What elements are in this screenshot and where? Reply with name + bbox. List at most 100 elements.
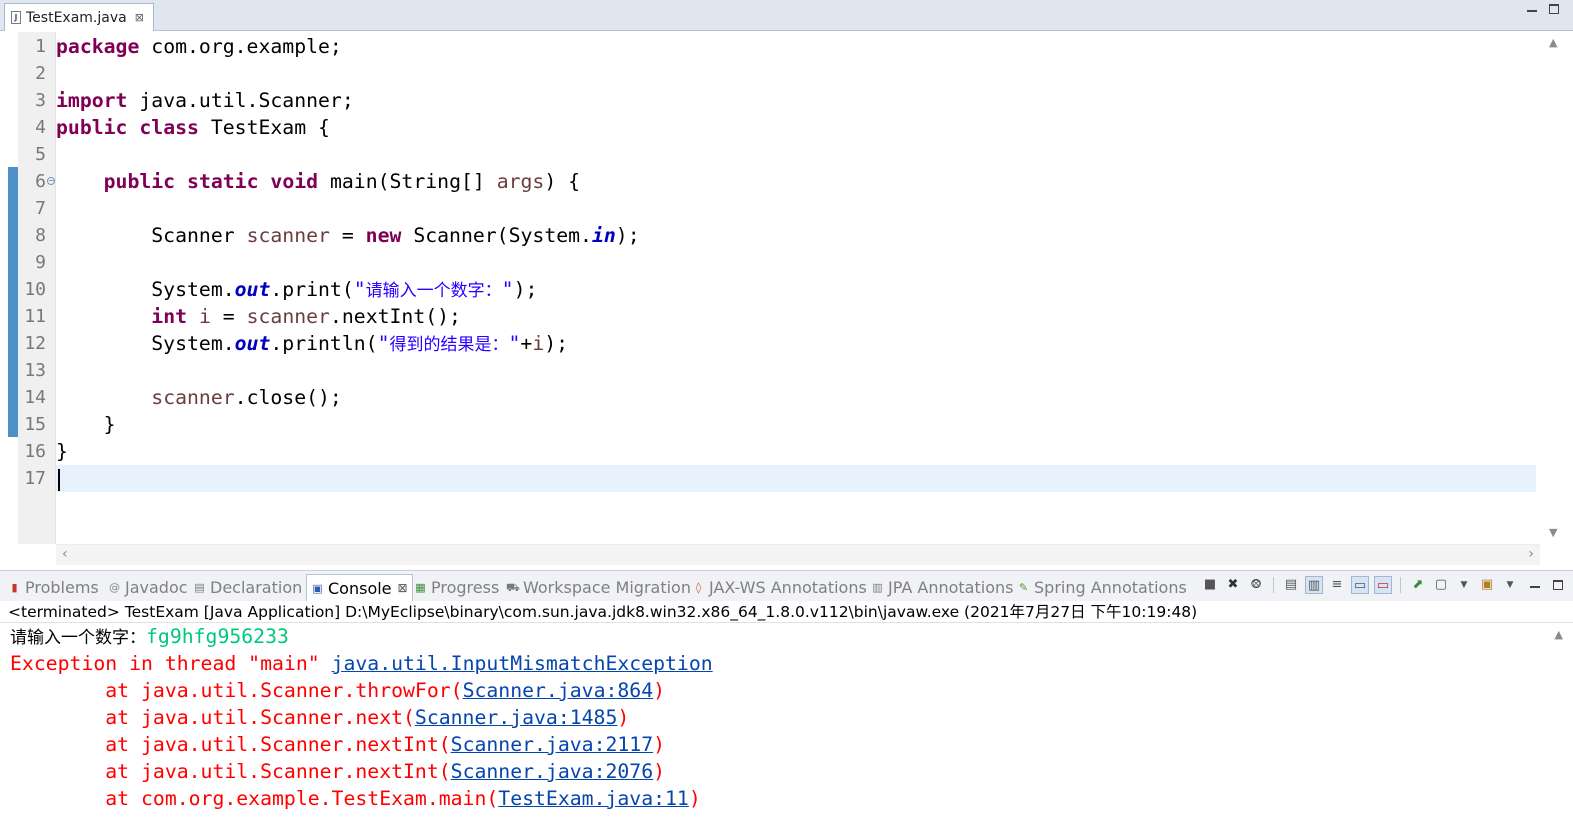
toolbar-separator xyxy=(1400,577,1401,593)
code-line[interactable]: package com.org.example; xyxy=(56,33,1536,60)
tab-problems[interactable]: ▮ Problems xyxy=(8,575,99,600)
word-wrap-icon[interactable]: ≡ xyxy=(1328,576,1346,594)
code-token: " xyxy=(353,278,366,301)
code-line[interactable] xyxy=(56,141,1536,168)
code-line[interactable]: } xyxy=(56,438,1536,465)
stack-frame-text: at com.org.example.TestExam.main( xyxy=(10,787,499,810)
stack-frame-text: at java.util.Scanner.throwFor( xyxy=(10,679,463,702)
source-location-link[interactable]: Scanner.java:864 xyxy=(463,679,654,702)
source-location-link[interactable]: Scanner.java:2117 xyxy=(451,733,653,756)
chevron-down-icon[interactable]: ▼ xyxy=(1501,576,1519,594)
pin-console-icon[interactable]: ⬈ xyxy=(1409,576,1427,594)
source-location-link[interactable]: Scanner.java:2076 xyxy=(451,760,653,783)
tab-workspace-migration[interactable]: ⛟ Workspace Migration xyxy=(506,575,691,600)
code-line[interactable] xyxy=(56,60,1536,87)
minimize-icon[interactable] xyxy=(1530,580,1540,590)
remove-launch-icon[interactable]: ✖ xyxy=(1224,576,1242,594)
stack-frame-end: ) xyxy=(688,787,701,810)
code-line[interactable]: int i = scanner.nextInt(); xyxy=(56,303,1536,330)
remove-all-terminated-icon[interactable]: ⨷ xyxy=(1247,576,1265,594)
tab-javadoc[interactable]: @ Javadoc xyxy=(108,575,188,600)
editor-tab-title: TestExam.java xyxy=(26,9,127,26)
code-token: public xyxy=(56,116,128,139)
fold-collapse-icon[interactable]: − xyxy=(47,177,55,185)
clear-console-icon[interactable]: ▤ xyxy=(1282,576,1300,594)
code-line[interactable] xyxy=(56,357,1536,384)
code-line[interactable]: System.out.println("得到的结果是："+i); xyxy=(56,330,1536,357)
code-token: .println( xyxy=(270,332,378,355)
editor-tab-testexam[interactable]: J TestExam.java ⊠ xyxy=(4,3,154,31)
code-line[interactable] xyxy=(56,249,1536,276)
code-editor[interactable]: 1 2 3 4 5 6 7 8 9 10 11 12 13 14 15 16 17− package com.o… xyxy=(6,32,1568,565)
tab-jpa-annotations[interactable]: ▥ JPA Annotations xyxy=(871,575,1013,600)
tab-progress[interactable]: ▦ Progress xyxy=(414,575,499,600)
stack-trace-line: at java.util.Scanner.nextInt(Scanner.jav… xyxy=(10,731,665,758)
source-location-link[interactable]: Scanner.java:1485 xyxy=(415,706,617,729)
code-token: System. xyxy=(56,278,235,301)
scroll-up-icon[interactable]: ▲ xyxy=(1549,36,1557,49)
show-on-stdout-icon[interactable]: ▭ xyxy=(1351,576,1369,594)
code-token: import xyxy=(56,89,128,112)
tab-label: Problems xyxy=(25,578,99,597)
line-number-gutter: 1 2 3 4 5 6 7 8 9 10 11 12 13 14 15 16 17− xyxy=(18,32,56,544)
tab-console[interactable]: ▣ Console ⊠ xyxy=(306,574,413,602)
code-token: .nextInt(); xyxy=(329,305,461,328)
source-location-link[interactable]: TestExam.java:11 xyxy=(498,787,689,810)
code-line[interactable]: System.out.print("请输入一个数字："); xyxy=(56,276,1536,303)
line-number: 3 xyxy=(35,90,46,111)
minimize-icon[interactable] xyxy=(1527,4,1537,14)
console-output[interactable]: ▲ 请输入一个数字：fg9hfg956233 Exception in thre… xyxy=(0,623,1573,833)
code-area[interactable]: package com.org.example; import java.util… xyxy=(56,32,1536,544)
code-line[interactable]: public static void main(String[] args) { xyxy=(56,168,1536,195)
stack-frame-end: ) xyxy=(653,733,666,756)
code-line[interactable] xyxy=(56,195,1536,222)
tab-spring-annotations[interactable]: ✎ Spring Annotations xyxy=(1017,575,1187,600)
tab-declaration[interactable]: ▤ Declaration xyxy=(193,575,302,600)
open-console-icon[interactable]: ▣ xyxy=(1478,576,1496,594)
code-line[interactable] xyxy=(56,465,1536,492)
tab-label: Spring Annotations xyxy=(1034,578,1187,597)
line-number: 7 xyxy=(35,198,46,219)
code-token: out xyxy=(234,332,271,355)
code-line[interactable]: scanner.close(); xyxy=(56,384,1536,411)
show-on-stderr-icon[interactable]: ▭ xyxy=(1374,576,1392,594)
stack-frame-text: at java.util.Scanner.next( xyxy=(10,706,415,729)
code-token: static xyxy=(187,170,259,193)
scroll-right-icon[interactable]: › xyxy=(1528,546,1534,562)
line-number: 12 xyxy=(24,333,46,354)
code-token: = xyxy=(210,305,247,328)
code-line[interactable]: import java.util.Scanner; xyxy=(56,87,1536,114)
code-token: ); xyxy=(615,224,640,247)
horizontal-scrollbar[interactable]: ‹ › xyxy=(56,544,1540,565)
scroll-up-icon[interactable]: ▲ xyxy=(1555,628,1563,641)
chevron-down-icon[interactable]: ▼ xyxy=(1455,576,1473,594)
overview-ruler xyxy=(6,32,18,544)
close-icon[interactable]: ⊠ xyxy=(398,576,408,601)
scroll-down-icon[interactable]: ▼ xyxy=(1549,526,1557,539)
code-token: " xyxy=(501,278,514,301)
maximize-icon[interactable] xyxy=(1553,580,1563,590)
line-number: 8 xyxy=(35,225,46,246)
display-console-icon[interactable]: ▢ xyxy=(1432,576,1450,594)
line-number: 5 xyxy=(35,144,46,165)
tab-jax-ws-annotations[interactable]: ◊ JAX-WS Annotations xyxy=(692,575,867,600)
code-line[interactable]: public class TestExam { xyxy=(56,114,1536,141)
console-process-label: <terminated> TestExam [Java Application]… xyxy=(0,601,1573,623)
code-token: ) { xyxy=(544,170,581,193)
maximize-icon[interactable] xyxy=(1549,4,1559,14)
terminate-icon[interactable]: ■ xyxy=(1201,576,1219,594)
scroll-left-icon[interactable]: ‹ xyxy=(62,546,68,562)
declaration-icon: ▤ xyxy=(194,580,205,594)
jpa-icon: ▥ xyxy=(872,580,883,594)
vertical-scrollbar[interactable]: ▲ ▼ xyxy=(1540,32,1568,544)
exception-class-link[interactable]: java.util.InputMismatchException xyxy=(332,652,713,675)
code-line[interactable]: } xyxy=(56,411,1536,438)
close-icon[interactable]: ⊠ xyxy=(135,11,144,24)
code-line[interactable]: Scanner scanner = new Scanner(System.in)… xyxy=(56,222,1536,249)
scroll-lock-icon[interactable]: ▥ xyxy=(1305,576,1323,594)
editor-window-controls xyxy=(1527,4,1559,14)
console-prompt-line: 请输入一个数字：fg9hfg956233 xyxy=(10,623,289,650)
